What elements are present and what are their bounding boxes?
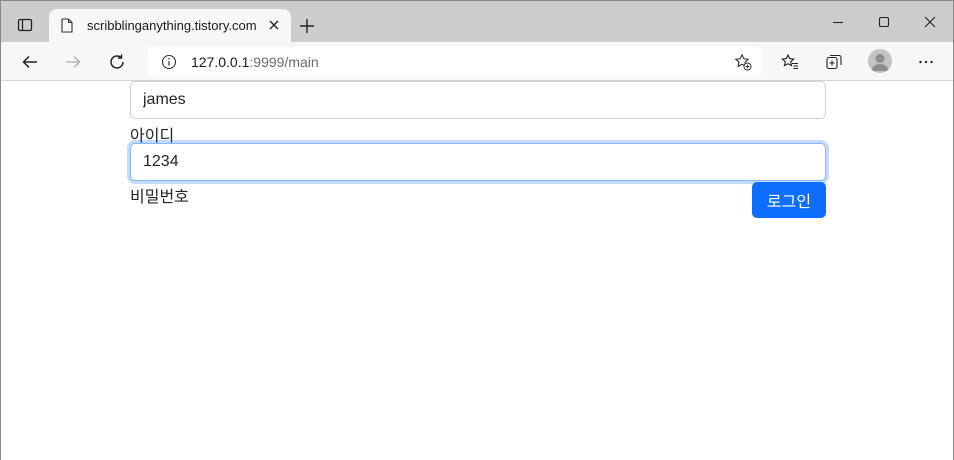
tab-active[interactable]: scribblinganything.tistory.com (49, 9, 291, 42)
refresh-icon[interactable] (103, 48, 131, 76)
url-host: 127.0.0.1 (191, 54, 250, 70)
login-button[interactable]: 로그인 (752, 182, 826, 218)
collections-icon[interactable] (820, 48, 848, 76)
minimize-icon[interactable] (815, 7, 861, 37)
tab-actions-icon[interactable] (11, 11, 39, 39)
maximize-icon[interactable] (861, 7, 907, 37)
tab-bar: scribblinganything.tistory.com (1, 1, 953, 42)
profile-avatar-icon[interactable] (868, 49, 892, 73)
navigation-toolbar: 127.0.0.1:9999/main (1, 42, 953, 81)
page-content: 아이디 비밀번호 로그인 (1, 81, 953, 460)
close-tab-icon[interactable] (267, 18, 281, 32)
close-window-icon[interactable] (907, 7, 953, 37)
page-icon (61, 18, 73, 38)
tab-title: scribblinganything.tistory.com (87, 18, 257, 33)
new-tab-icon[interactable] (295, 14, 319, 38)
forward-icon[interactable] (59, 48, 87, 76)
browser-window: scribblinganything.tistory.com 127.0.0.1… (0, 0, 954, 460)
add-favorite-icon[interactable] (734, 53, 752, 76)
url-text[interactable]: 127.0.0.1:9999/main (191, 54, 319, 70)
back-icon[interactable] (16, 48, 44, 76)
id-input[interactable] (130, 81, 826, 119)
url-path: :9999/main (249, 54, 319, 70)
password-label: 비밀번호 (130, 187, 189, 206)
more-options-icon[interactable] (912, 48, 940, 76)
password-input[interactable] (130, 143, 826, 181)
address-bar[interactable]: 127.0.0.1:9999/main (147, 47, 762, 77)
info-icon[interactable] (161, 54, 177, 75)
favorites-icon[interactable] (776, 48, 804, 76)
